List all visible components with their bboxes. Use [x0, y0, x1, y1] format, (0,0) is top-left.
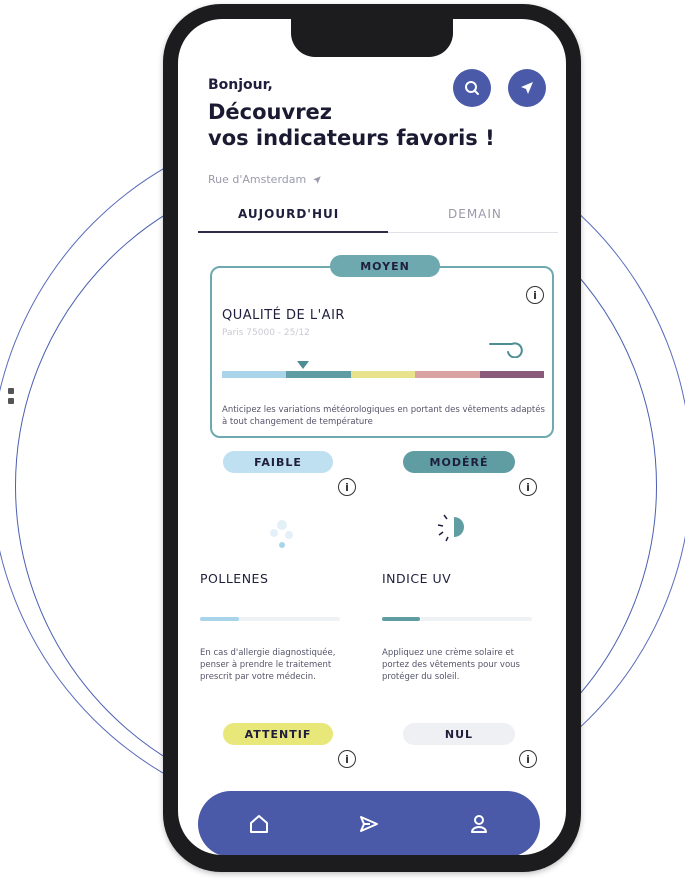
- attentive-badge: ATTENTIF: [223, 723, 333, 745]
- nav-home-button[interactable]: [246, 811, 272, 837]
- search-icon: [465, 81, 479, 95]
- info-icon[interactable]: i: [338, 750, 356, 768]
- info-icon[interactable]: i: [519, 750, 537, 768]
- air-quality-card[interactable]: MOYEN i QUALITÉ DE L'AIR Paris 75000 - 2…: [210, 255, 554, 438]
- air-quality-scale-segment: [479, 371, 545, 378]
- sun-icon: [437, 514, 464, 542]
- user-icon: [471, 815, 487, 833]
- locate-button[interactable]: [508, 69, 546, 107]
- tab-today[interactable]: AUJOURD'HUI: [238, 207, 339, 221]
- air-quality-subtitle: Paris 75000 - 25/12: [222, 328, 310, 338]
- bottom-navigation: [198, 791, 540, 855]
- search-button[interactable]: [453, 69, 491, 107]
- info-icon[interactable]: i: [519, 478, 537, 496]
- air-quality-advice: Anticipez les variations météorologiques…: [222, 405, 545, 427]
- home-icon: [250, 815, 268, 833]
- nav-profile-button[interactable]: [466, 811, 492, 837]
- location-row[interactable]: Rue d'Amsterdam: [208, 173, 322, 186]
- greeting-text: Bonjour,: [208, 77, 273, 93]
- pollen-advice: En cas d'allergie diagnostiquée, penser …: [200, 648, 336, 682]
- pollen-badge: FAIBLE: [223, 451, 333, 473]
- wind-icon: [489, 342, 523, 358]
- page-title-line1: Découvrez: [208, 100, 333, 124]
- pollen-title: POLLENES: [200, 571, 269, 586]
- uv-level-bar: [382, 617, 420, 621]
- uv-advice: Appliquez une crème solaire et portez de…: [382, 648, 520, 682]
- air-quality-badge: MOYEN: [330, 255, 440, 277]
- location-arrow-icon: [313, 175, 321, 184]
- air-quality-level-marker: [296, 361, 309, 369]
- page-title-line2: vos indicateurs favoris !: [208, 126, 495, 150]
- send-icon: [360, 816, 378, 832]
- tab-active-underline: [198, 231, 388, 233]
- uv-title: INDICE UV: [382, 571, 452, 586]
- info-icon[interactable]: i: [338, 478, 356, 496]
- pollen-icon: [270, 520, 293, 548]
- phone-notch: [291, 19, 453, 57]
- uv-badge: MODÉRÉ: [403, 451, 515, 473]
- air-quality-scale-segment: [350, 371, 416, 378]
- page-title: Découvrez vos indicateurs favoris !: [208, 99, 495, 151]
- info-icon[interactable]: i: [526, 286, 544, 304]
- nav-send-button[interactable]: [356, 811, 382, 837]
- air-quality-title: QUALITÉ DE L'AIR: [222, 308, 345, 323]
- location-arrow-icon: [521, 82, 533, 94]
- phone-screen: Bonjour, Découvrez vos indicateurs favor…: [178, 19, 566, 855]
- air-quality-scale: [222, 371, 545, 378]
- air-quality-scale-segment: [415, 371, 480, 378]
- air-quality-scale-segment: [222, 371, 287, 378]
- pollen-level-bar: [200, 617, 240, 621]
- null-badge: NUL: [403, 723, 515, 745]
- decorative-dot: [8, 388, 14, 394]
- location-label: Rue d'Amsterdam: [208, 173, 307, 186]
- decorative-dot: [8, 398, 14, 404]
- phone-frame: Bonjour, Découvrez vos indicateurs favor…: [163, 4, 581, 872]
- tab-divider: [388, 232, 558, 233]
- tab-tomorrow[interactable]: DEMAIN: [448, 207, 502, 221]
- air-quality-scale-segment: [286, 371, 351, 378]
